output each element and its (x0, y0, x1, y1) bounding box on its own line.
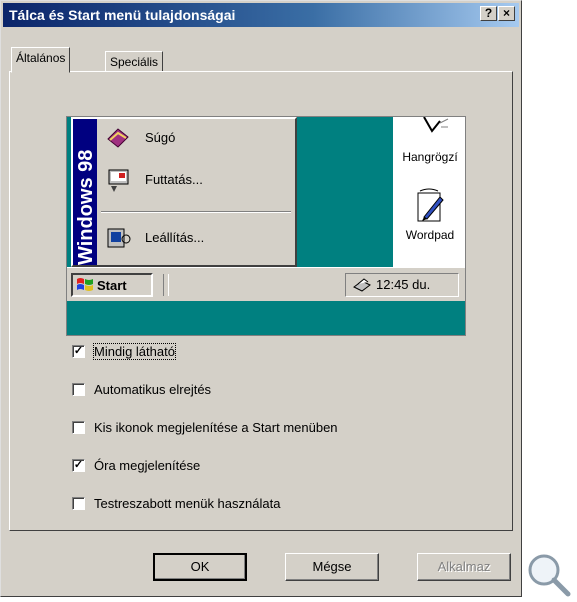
checkbox-auto-hide[interactable] (72, 383, 85, 396)
cancel-button[interactable]: Mégse (285, 553, 379, 581)
help-book-icon (105, 125, 131, 151)
checkbox-small-icons[interactable] (72, 421, 85, 434)
system-tray: 12:45 du. (345, 273, 459, 297)
sidebar-text: Windows 98 (75, 149, 97, 265)
help-button[interactable]: ? (480, 6, 497, 21)
tab-panel-general: Windows 98 Súgó Futtatás... Leállítás...… (9, 71, 513, 531)
windows-sidebar: Windows 98 (73, 119, 97, 265)
start-button: Start (71, 273, 153, 297)
desktop-icon-sound-recorder: Hangrögzí (393, 117, 465, 164)
start-menu-preview: Windows 98 Súgó Futtatás... Leállítás... (71, 117, 297, 267)
window-title: Tálca és Start menü tulajdonságai (9, 7, 236, 23)
ok-button[interactable]: OK (153, 553, 247, 581)
shutdown-icon (105, 225, 131, 251)
windows-logo-icon (77, 278, 93, 291)
checkbox-show-clock[interactable]: ✓ (72, 459, 85, 472)
printer-icon (353, 278, 371, 292)
run-icon (105, 167, 131, 193)
menu-separator (101, 211, 291, 213)
taskbar: Start 12:45 du. (67, 267, 465, 301)
checkbox-always-on-top[interactable]: ✓ (72, 345, 85, 358)
clock: 12:45 du. (376, 277, 431, 292)
magnifier-icon[interactable] (526, 552, 572, 598)
taskbar-grip (163, 274, 169, 296)
properties-dialog: Tálca és Start menü tulajdonságai ? × Ál… (0, 0, 522, 597)
checkbox-personalized-menus[interactable] (72, 497, 85, 510)
apply-button[interactable]: Alkalmaz (417, 553, 511, 581)
desktop-preview: Hangrögzí Wordpad (393, 117, 465, 267)
sound-recorder-icon (423, 117, 449, 133)
desktop-icon-wordpad: Wordpad (393, 187, 465, 242)
taskbar-preview: Windows 98 Súgó Futtatás... Leállítás...… (66, 116, 466, 336)
title-bar[interactable]: Tálca és Start menü tulajdonságai ? × (3, 3, 519, 27)
tab-specialis[interactable]: Speciális (105, 51, 164, 71)
close-button[interactable]: × (498, 6, 515, 21)
wordpad-icon (417, 188, 444, 222)
tab-altalanos[interactable]: Általános (11, 47, 71, 73)
